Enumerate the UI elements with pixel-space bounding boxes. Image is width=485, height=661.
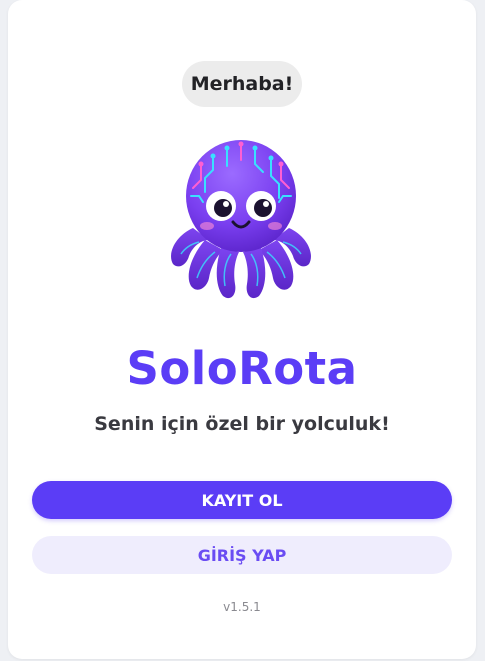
greeting-bubble: Merhaba! [182, 61, 302, 107]
register-button-label: KAYIT OL [201, 490, 283, 510]
welcome-card: Merhaba! SoloRota Senin için özel bir yo… [8, 0, 476, 659]
login-button-label: GİRİŞ YAP [197, 545, 287, 565]
login-button[interactable]: GİRİŞ YAP [32, 536, 452, 574]
greeting-text: Merhaba! [190, 73, 294, 95]
register-button[interactable]: KAYIT OL [32, 481, 452, 519]
version-label: v1.5.1 [223, 600, 261, 614]
app-title: SoloRota [126, 342, 358, 395]
tagline: Senin için özel bir yolculuk! [94, 413, 390, 435]
octopus-mascot-icon [161, 136, 321, 308]
